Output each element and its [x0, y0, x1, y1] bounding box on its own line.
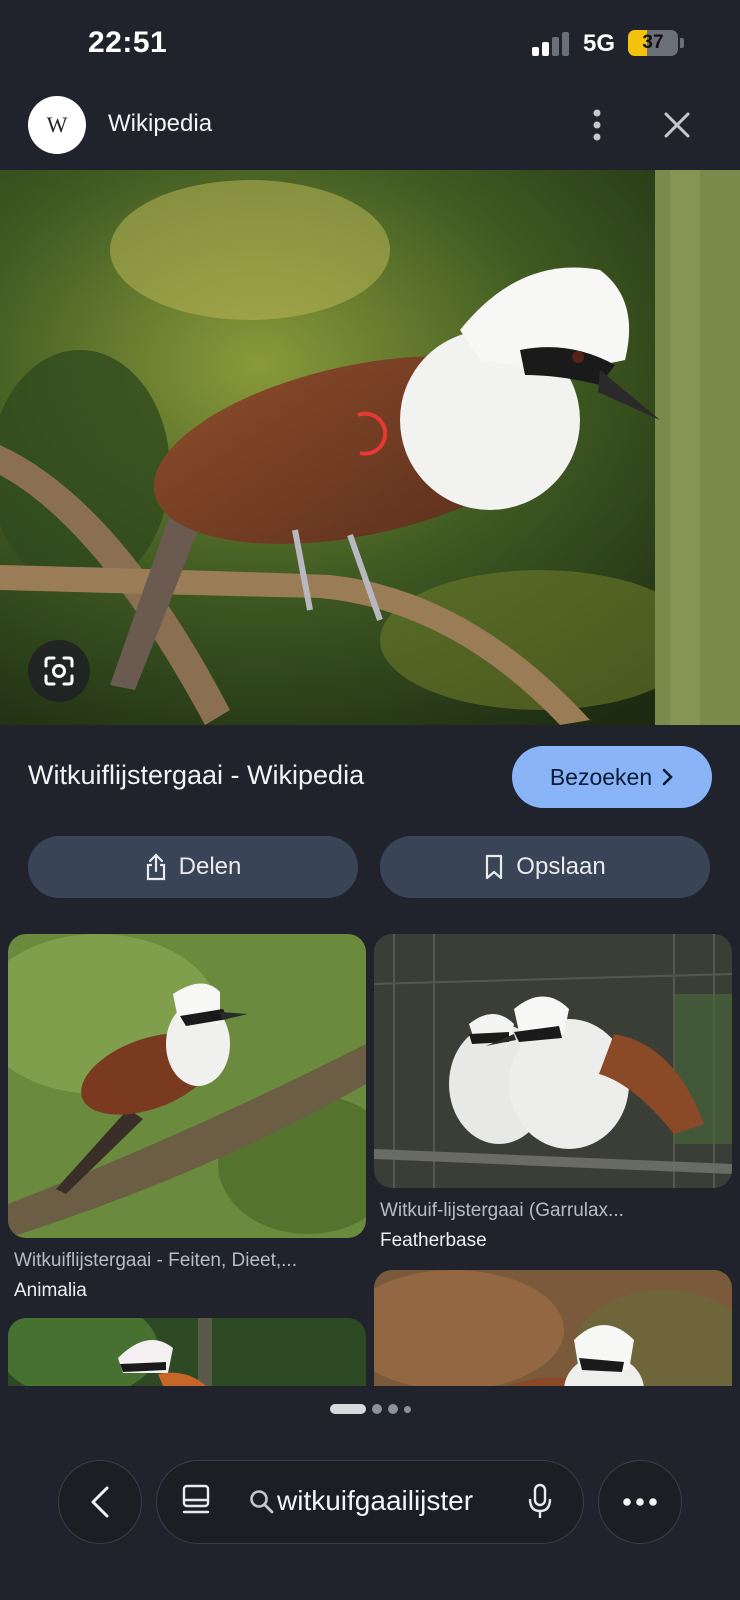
chevron-left-icon — [91, 1486, 109, 1518]
search-bar[interactable]: witkuifgaailijster — [156, 1460, 584, 1544]
more-menu-button[interactable] — [598, 1460, 682, 1544]
status-bar: 22:51 5G 37 — [0, 0, 740, 90]
clock: 22:51 — [88, 26, 168, 59]
share-button[interactable]: Delen — [28, 836, 358, 898]
close-icon — [664, 112, 690, 138]
more-options-button[interactable] — [572, 100, 622, 150]
site-name: Wikipedia — [108, 110, 213, 137]
related-source-2: Featherbase — [380, 1230, 487, 1251]
page-dot-4 — [403, 1405, 411, 1413]
google-lens-button[interactable] — [28, 640, 90, 702]
main-image[interactable] — [0, 170, 740, 725]
related-title-1[interactable]: Witkuiflijstergaai - Feiten, Dieet,... — [14, 1250, 297, 1272]
back-button[interactable] — [58, 1460, 142, 1544]
search-query[interactable]: witkuifgaailijster — [277, 1485, 473, 1517]
bird-photo-2 — [374, 934, 732, 1188]
tabs-overview-icon[interactable] — [181, 1483, 211, 1519]
vertical-dots-icon — [593, 109, 601, 141]
result-title: Witkuiflijstergaai - Wikipedia — [28, 760, 365, 790]
bird-photo — [0, 170, 740, 725]
viewer-header: W Wikipedia — [0, 92, 740, 168]
page-indicator — [0, 1402, 740, 1416]
page-dot-1 — [329, 1404, 366, 1414]
battery-percent: 37 — [642, 32, 664, 53]
wikipedia-logo-icon: W — [28, 96, 86, 154]
save-button[interactable]: Opslaan — [380, 836, 710, 898]
network-type: 5G — [583, 30, 616, 57]
related-title-2[interactable]: Witkuif-lijstergaai (Garrulax... — [380, 1200, 624, 1222]
bookmark-icon — [486, 854, 503, 880]
horizontal-dots-icon — [623, 1498, 657, 1506]
close-button[interactable] — [652, 100, 702, 150]
battery-icon: 37 — [628, 30, 678, 56]
related-source-1: Animalia — [14, 1280, 87, 1301]
share-icon — [146, 853, 165, 881]
page-dot-2 — [371, 1404, 382, 1414]
signal-icon — [532, 32, 572, 56]
visit-button[interactable]: Bezoeken — [512, 746, 712, 808]
save-label: Opslaan — [516, 853, 606, 880]
related-image-2[interactable] — [374, 934, 732, 1188]
related-image-1[interactable] — [8, 934, 366, 1238]
bird-photo-1 — [8, 934, 366, 1238]
microphone-icon[interactable] — [527, 1483, 553, 1521]
page-dot-3 — [387, 1404, 398, 1414]
share-label: Delen — [178, 853, 242, 880]
battery-tip — [680, 38, 684, 48]
visit-label: Bezoeken — [549, 763, 653, 790]
search-icon — [250, 1490, 274, 1514]
google-lens-icon — [44, 656, 74, 686]
chevron-right-icon — [662, 768, 673, 786]
